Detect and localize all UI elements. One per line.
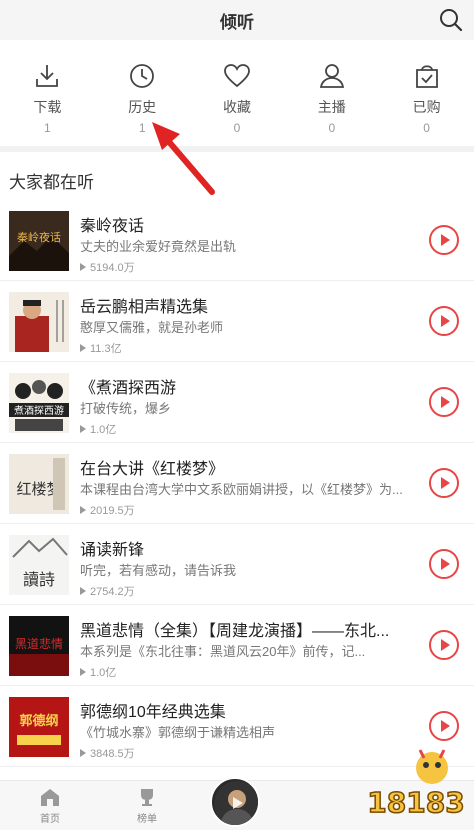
annotation-arrow-icon xyxy=(152,122,215,195)
list-item[interactable]: 煮酒探西游 《煮酒探西游 打破传统，爆乡 1.0亿 xyxy=(0,362,474,443)
page-title: 倾听 xyxy=(220,12,254,32)
nav-purchased[interactable]: 已购 0 xyxy=(379,40,474,146)
item-desc: 打破传统，爆乡 xyxy=(80,401,172,416)
nav-label: 主播 xyxy=(317,99,346,115)
user-icon xyxy=(319,64,344,88)
item-title: 岳云鹏相声精选集 xyxy=(80,299,209,316)
nav-label: 历史 xyxy=(128,99,157,115)
cover-title-text: 讀詩 xyxy=(23,570,55,589)
watermark-text: 18183 xyxy=(367,786,464,819)
album-cover: 秦岭夜话 xyxy=(9,211,69,271)
play-count-icon xyxy=(80,668,86,676)
tab-label: 榜单 xyxy=(137,814,157,825)
play-count-value: 3848.5万 xyxy=(90,748,135,760)
item-title: 《煮酒探西游 xyxy=(80,380,177,397)
search-icon[interactable] xyxy=(438,7,464,33)
nav-count: 1 xyxy=(44,121,51,135)
item-desc: 听完，若有感动，请告诉我 xyxy=(80,563,237,578)
watermark-logo: 18183 xyxy=(367,749,465,820)
trophy-icon xyxy=(141,789,153,806)
album-cover: 红楼梦 xyxy=(9,454,69,514)
play-button[interactable] xyxy=(429,549,459,579)
play-button[interactable] xyxy=(429,468,459,498)
play-count: 5194.0万 xyxy=(80,259,135,275)
play-count-icon xyxy=(80,344,86,352)
play-button[interactable] xyxy=(429,387,459,417)
section-divider xyxy=(0,146,474,152)
tab-home[interactable]: 首页 xyxy=(20,787,80,825)
item-desc: 憨厚又儒雅，就是孙老师 xyxy=(80,320,224,335)
item-title: 黑道悲情（全集）【周建龙演播】——东北... xyxy=(80,623,390,640)
nav-download[interactable]: 下载 1 xyxy=(0,40,95,146)
home-icon xyxy=(41,789,59,806)
play-button[interactable] xyxy=(429,711,459,741)
play-count-icon xyxy=(80,425,86,433)
item-title: 秦岭夜话 xyxy=(80,218,145,235)
nav-label: 已购 xyxy=(412,99,441,115)
play-button[interactable] xyxy=(429,225,459,255)
tab-rank[interactable]: 榜单 xyxy=(117,787,177,825)
heart-icon xyxy=(224,64,250,88)
play-count-value: 1.0亿 xyxy=(90,424,117,436)
play-count: 2019.5万 xyxy=(80,502,135,518)
play-count-value: 2754.2万 xyxy=(90,586,135,598)
nav-count: 0 xyxy=(423,121,430,135)
album-cover: 郭德纲 xyxy=(9,697,69,757)
item-desc: 本系列是《东北往事：黑道风云20年》前传，记... xyxy=(80,644,366,659)
nav-count: 0 xyxy=(233,121,241,135)
album-cover: 讀詩 xyxy=(9,535,69,595)
item-desc: 丈夫的业余爱好竟然是出轨 xyxy=(80,239,237,254)
item-title: 诵读新锋 xyxy=(80,542,145,559)
item-title: 在台大讲《红楼梦》 xyxy=(80,461,225,478)
play-count-value: 1.0亿 xyxy=(90,667,117,679)
item-desc: 《竹城水寨》郭德纲于谦精选相声 xyxy=(80,725,276,740)
cover-title-text: 秦岭夜话 xyxy=(17,230,61,244)
cover-title-text: 黑道悲情 xyxy=(15,636,63,651)
cover-title-text: 煮酒探西游 xyxy=(14,404,64,417)
download-icon xyxy=(36,65,59,87)
bag-check-icon xyxy=(415,65,438,88)
play-count-value: 2019.5万 xyxy=(90,505,135,517)
list-item[interactable]: 秦岭夜话 秦岭夜话 丈夫的业余爱好竟然是出轨 5194.0万 xyxy=(0,200,474,281)
play-count: 11.3亿 xyxy=(80,340,122,356)
nav-label: 收藏 xyxy=(222,99,251,115)
album-cover: 黑道悲情 xyxy=(9,616,69,676)
list-item[interactable]: 红楼梦 在台大讲《红楼梦》 本课程由台湾大学中文系欧丽娟讲授，以《红楼梦》为..… xyxy=(0,443,474,524)
play-count: 2754.2万 xyxy=(80,583,135,599)
nav-anchors[interactable]: 主播 0 xyxy=(284,40,379,146)
nav-count: 1 xyxy=(138,121,146,135)
play-count-value: 11.3亿 xyxy=(90,343,122,355)
play-count: 1.0亿 xyxy=(80,421,116,437)
play-count: 3848.5万 xyxy=(80,745,135,761)
item-title: 郭德纲10年经典选集 xyxy=(80,704,226,721)
list-item[interactable]: 讀詩 诵读新锋 听完，若有感动，请告诉我 2754.2万 xyxy=(0,524,474,605)
play-button[interactable] xyxy=(429,306,459,336)
recommend-list: 秦岭夜话 秦岭夜话 丈夫的业余爱好竟然是出轨 5194.0万 岳云鹏相声精选集 … xyxy=(0,200,474,767)
now-playing-button[interactable] xyxy=(210,777,260,827)
play-count-icon xyxy=(80,263,86,271)
play-button[interactable] xyxy=(429,630,459,660)
nav-label: 下载 xyxy=(33,99,62,115)
play-count-icon xyxy=(80,749,86,757)
tab-label: 首页 xyxy=(40,814,60,825)
item-desc: 本课程由台湾大学中文系欧丽娟讲授，以《红楼梦》为... xyxy=(80,482,403,497)
album-cover: 煮酒探西游 xyxy=(9,373,69,433)
list-item[interactable]: 岳云鹏相声精选集 憨厚又儒雅，就是孙老师 11.3亿 xyxy=(0,281,474,362)
quick-nav: 下载 1 历史 1 收藏 0 主播 0 已购 0 xyxy=(0,40,474,146)
clock-icon xyxy=(130,64,155,88)
app-header: 倾听 xyxy=(0,0,474,40)
cover-title-text: 郭德纲 xyxy=(19,713,58,728)
play-count: 1.0亿 xyxy=(80,664,116,680)
list-item[interactable]: 黑道悲情 黑道悲情（全集）【周建龙演播】——东北... 本系列是《东北往事：黑道… xyxy=(0,605,474,686)
album-cover xyxy=(9,292,69,352)
play-count-icon xyxy=(80,587,86,595)
play-count-icon xyxy=(80,506,86,514)
play-count-value: 5194.0万 xyxy=(90,262,135,274)
nav-count: 0 xyxy=(328,121,336,135)
section-title: 大家都在听 xyxy=(9,173,94,192)
